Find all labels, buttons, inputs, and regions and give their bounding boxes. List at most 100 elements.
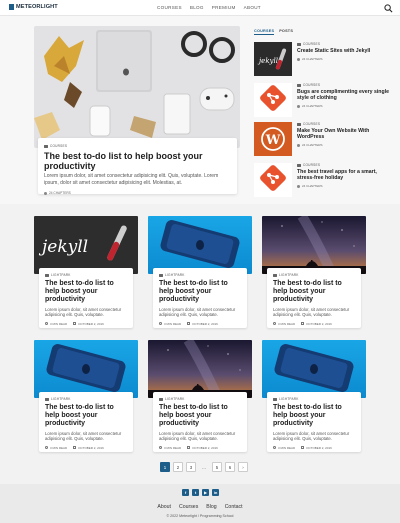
post-thumbnail[interactable]	[262, 216, 366, 274]
sidebar-item-meta: 24 CHAPTERS	[297, 57, 393, 61]
nav-blog[interactable]: BLOG	[190, 5, 204, 10]
sidebar-item-title[interactable]: Bugs are complimenting every single styl…	[297, 89, 393, 101]
nav-courses[interactable]: COURSES	[157, 5, 182, 10]
search-icon[interactable]	[384, 4, 393, 13]
post-card[interactable]: LIGHTPARK The best to-do list to help bo…	[148, 340, 252, 452]
site-header: METEORLIGHT COURSES BLOG PREMIUM ABOUT	[0, 0, 400, 16]
footer-link-blog[interactable]: Blog	[206, 504, 216, 510]
tab-courses[interactable]: COURSES	[254, 29, 275, 35]
page-3-button[interactable]: 3	[186, 462, 196, 472]
hero-title[interactable]: The best to-do list to help boost your p…	[44, 151, 231, 171]
nav-premium[interactable]: PREMIUM	[212, 5, 236, 10]
post-card[interactable]: LIGHTPARK The best to-do list to help bo…	[262, 340, 366, 452]
sidebar-item-meta: 24 CHAPTERS	[297, 184, 393, 188]
site-footer: f t ▶ in About Courses Blog Contact © 20…	[0, 484, 400, 523]
sidebar-item-meta: 24 CHAPTERS	[297, 143, 393, 147]
sidebar-item-tag: COURSES	[297, 122, 393, 126]
svg-text:W: W	[265, 133, 281, 148]
post-tag[interactable]: LIGHTPARK	[159, 397, 241, 401]
hero-tag-label: COURSES	[50, 144, 68, 148]
post-excerpt: Lorem ipsum dolor, sit amet consectetur …	[45, 430, 122, 442]
post-meta: 3 MIN READ OCTOBER 2, 2016	[45, 446, 127, 450]
main-nav: COURSES BLOG PREMIUM ABOUT	[157, 5, 261, 10]
page-1-button[interactable]: 1	[160, 462, 170, 472]
post-tag[interactable]: LIGHTPARK	[159, 273, 241, 277]
post-title[interactable]: The best to-do list to help boost your p…	[273, 280, 355, 305]
post-tag[interactable]: LIGHTPARK	[45, 273, 127, 277]
wordpress-icon[interactable]: W	[254, 122, 292, 156]
sidebar-item-tag: COURSES	[297, 83, 393, 87]
site-logo[interactable]: METEORLIGHT	[9, 4, 58, 10]
post-card[interactable]: LIGHTPARK The best to-do list to help bo…	[34, 340, 138, 452]
sidebar-item-meta: 24 CHAPTERS	[297, 104, 393, 108]
post-thumbnail[interactable]	[262, 340, 366, 398]
post-tag[interactable]: LIGHTPARK	[273, 273, 355, 277]
post-excerpt: Lorem ipsum dolor, sit amet consectetur …	[273, 430, 350, 442]
post-thumbnail[interactable]	[148, 216, 252, 274]
git-icon[interactable]	[254, 83, 292, 117]
chapters-icon	[44, 191, 47, 195]
svg-text:jekyll: jekyll	[38, 237, 88, 257]
sidebar-item-title[interactable]: Make Your Own Website With WordPress	[297, 128, 393, 140]
twitter-icon[interactable]: t	[192, 489, 199, 496]
hero-card[interactable]: COURSES The best to-do list to help boos…	[38, 138, 237, 195]
hero-meta: 24 CHAPTERS	[44, 191, 231, 195]
logo-mark-icon	[9, 4, 14, 10]
post-meta: 3 MIN READ OCTOBER 2, 2016	[45, 322, 127, 326]
post-card[interactable]: jekyll LIGHTPARK The best to-do list to …	[34, 216, 138, 328]
hero-tag[interactable]: COURSES	[44, 144, 231, 148]
sidebar-item[interactable]: W COURSES Make Your Own Website With Wor…	[254, 122, 394, 156]
sidebar-item-title[interactable]: The best travel apps for a smart, stress…	[297, 169, 393, 181]
post-excerpt: Lorem ipsum dolor, sit amet consectetur …	[159, 306, 236, 318]
sidebar-item[interactable]: jekyll COURSES Create Static Sites with …	[254, 42, 394, 76]
post-thumbnail[interactable]: jekyll	[34, 216, 138, 274]
post-title[interactable]: The best to-do list to help boost your p…	[159, 280, 241, 305]
logo-text: METEORLIGHT	[16, 4, 58, 10]
post-excerpt: Lorem ipsum dolor, sit amet consectetur …	[273, 306, 350, 318]
sidebar-item[interactable]: COURSES Bugs are complimenting every sin…	[254, 83, 394, 117]
post-title[interactable]: The best to-do list to help boost your p…	[273, 404, 355, 429]
post-thumbnail[interactable]	[34, 340, 138, 398]
sidebar-tabs: COURSES POSTS	[254, 29, 293, 35]
page-5-button[interactable]: 5	[212, 462, 222, 472]
facebook-icon[interactable]: f	[182, 489, 189, 496]
jekyll-icon[interactable]: jekyll	[254, 42, 292, 76]
svg-text:jekyll: jekyll	[257, 57, 278, 65]
post-card[interactable]: LIGHTPARK The best to-do list to help bo…	[262, 216, 366, 328]
sidebar-item-title[interactable]: Create Static Sites with Jekyll	[297, 48, 393, 54]
youtube-icon[interactable]: ▶	[202, 489, 209, 496]
page-2-button[interactable]: 2	[173, 462, 183, 472]
post-excerpt: Lorem ipsum dolor, sit amet consectetur …	[159, 430, 236, 442]
post-meta: 3 MIN READ OCTOBER 2, 2016	[159, 446, 241, 450]
hero-chapters: 24 CHAPTERS	[49, 191, 71, 195]
nav-about[interactable]: ABOUT	[244, 5, 261, 10]
footer-link-courses[interactable]: Courses	[179, 504, 198, 510]
sidebar-item-tag: COURSES	[297, 163, 393, 167]
post-title[interactable]: The best to-do list to help boost your p…	[45, 404, 127, 429]
post-tag[interactable]: LIGHTPARK	[45, 397, 127, 401]
post-excerpt: Lorem ipsum dolor, sit amet consectetur …	[45, 306, 122, 318]
git-icon[interactable]	[254, 163, 292, 197]
hero-excerpt: Lorem ipsum dolor, sit amet consectetur …	[44, 173, 219, 186]
hero-image[interactable]	[34, 26, 240, 148]
footer-links: About Courses Blog Contact	[0, 504, 400, 510]
next-page-button[interactable]: ›	[238, 462, 248, 472]
post-card[interactable]: LIGHTPARK The best to-do list to help bo…	[148, 216, 252, 328]
post-thumbnail[interactable]	[148, 340, 252, 398]
copyright: © 2022 Meteorlight / Programming School	[166, 514, 234, 518]
post-title[interactable]: The best to-do list to help boost your p…	[159, 404, 241, 429]
sidebar-item[interactable]: COURSES The best travel apps for a smart…	[254, 163, 394, 197]
post-tag[interactable]: LIGHTPARK	[273, 397, 355, 401]
folder-icon	[44, 144, 48, 148]
footer-link-about[interactable]: About	[157, 504, 171, 510]
post-meta: 3 MIN READ OCTOBER 2, 2016	[273, 446, 355, 450]
pagination: 1 2 3 ... 5 6 ›	[160, 462, 248, 472]
social-links: f t ▶ in	[182, 489, 219, 496]
footer-link-contact[interactable]: Contact	[225, 504, 243, 510]
tab-posts[interactable]: POSTS	[279, 29, 293, 35]
page-6-button[interactable]: 6	[225, 462, 235, 472]
page-ellipsis: ...	[202, 464, 206, 470]
linkedin-icon[interactable]: in	[212, 489, 219, 496]
sidebar-item-tag: COURSES	[297, 42, 393, 46]
post-title[interactable]: The best to-do list to help boost your p…	[45, 280, 127, 305]
